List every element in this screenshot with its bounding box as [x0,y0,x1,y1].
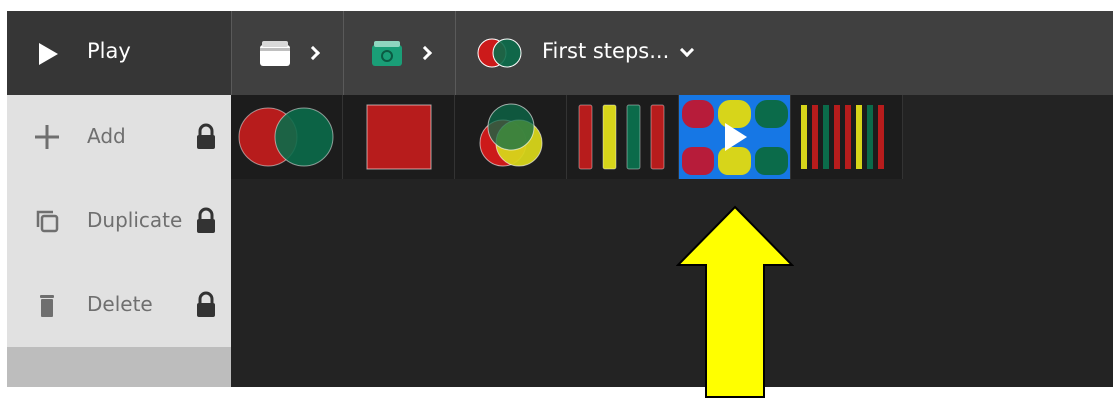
app-window: Play First steps... Add Duplicate Delete [7,11,1113,387]
project-title: First steps... [542,39,670,63]
two-circles-preview [238,107,334,167]
sidebar-item-label: Add [87,124,126,148]
annotation-arrow-icon [676,205,794,398]
breadcrumb-current-project[interactable]: First steps... [455,11,715,95]
breadcrumb-sub-folder[interactable] [343,11,455,95]
sidebar-item-label: Duplicate [87,208,183,232]
sidebar-item-duplicate[interactable]: Duplicate [7,179,231,263]
lock-icon [197,207,215,233]
three-circles-preview [479,103,543,167]
red-square-preview [366,104,432,170]
thumbnail-red-square[interactable] [343,95,455,179]
chevron-down-icon[interactable] [679,42,695,58]
sidebar-footer [7,347,231,387]
thumbnail-many-bars[interactable] [791,95,903,179]
breadcrumb-root-folder[interactable] [231,11,343,95]
rounded-grid-preview [682,100,788,175]
thumbnail-two-circles[interactable] [231,95,343,179]
sidebar: Add Duplicate Delete [7,95,231,387]
project-thumbnail-icon [477,38,522,68]
chevron-right-icon [417,45,433,61]
lock-icon [197,291,215,317]
plus-icon [35,125,59,149]
lock-icon [197,123,215,149]
thumbnail-three-circles[interactable] [455,95,567,179]
sidebar-item-delete[interactable]: Delete [7,263,231,347]
play-label: Play [87,39,131,63]
four-bars-preview [578,104,665,170]
duplicate-icon [36,210,59,233]
sidebar-item-label: Delete [87,292,153,316]
thumbnail-four-bars[interactable] [567,95,679,179]
top-bar: Play First steps... [7,11,1113,95]
sidebar-item-add[interactable]: Add [7,95,231,179]
folder-icon [260,41,290,66]
green-folder-icon [372,41,402,66]
thumbnail-rounded-grid-selected[interactable] [679,95,791,179]
play-button[interactable]: Play [7,11,231,95]
chevron-right-icon [305,45,321,61]
play-icon [39,43,58,65]
many-bars-preview [801,105,884,169]
trash-icon [40,295,54,317]
